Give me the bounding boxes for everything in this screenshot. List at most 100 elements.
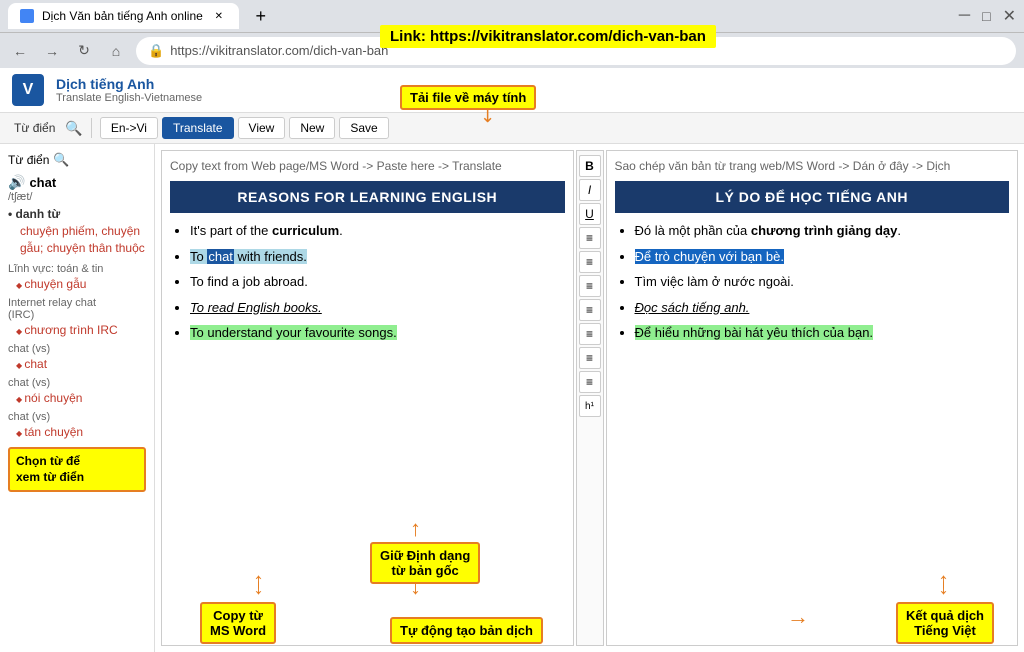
- highlighted-sentence: To chat with friends.: [190, 249, 307, 264]
- app-logo: V: [12, 74, 44, 106]
- result-bullet-list: Đó là một phần của chương trình giảng dạ…: [615, 221, 1010, 343]
- chat-word: chat: [207, 249, 234, 264]
- item-tan-chuyen[interactable]: tán chuyện: [8, 425, 146, 439]
- category-chat-2: chat (vs): [8, 377, 146, 389]
- refresh-btn[interactable]: ↻: [72, 39, 96, 63]
- view-button[interactable]: View: [238, 117, 286, 139]
- vi-green-highlight: Để hiểu những bài hát yêu thích của bạn.: [635, 325, 874, 340]
- search-sidebar-icon[interactable]: 🔍: [53, 152, 69, 168]
- item-chuyen-gau-1[interactable]: chuyện gẫu: [8, 277, 146, 291]
- item-noi-chuyen[interactable]: nói chuyện: [8, 391, 146, 405]
- editor-panel[interactable]: Copy text from Web page/MS Word -> Paste…: [161, 150, 574, 646]
- maximize-btn[interactable]: □: [982, 8, 990, 24]
- app-title-block: Dịch tiếng Anh Translate English-Vietnam…: [56, 76, 202, 104]
- list-ul-btn[interactable]: ≡: [579, 371, 601, 393]
- result-bullet-4: Đọc sách tiếng anh.: [635, 298, 1010, 318]
- bold-curriculum: curriculum: [272, 223, 339, 238]
- toolbar: Từ điển 🔍 En->Vi Translate View New Save…: [0, 113, 1024, 144]
- arrow-tu-dong-right: →: [787, 604, 809, 630]
- result-heading: LÝ DO ĐỂ HỌC TIẾNG ANH: [615, 181, 1010, 213]
- arrow-copy-down: ↓: [253, 574, 264, 600]
- sidebar-search-row: Từ điển 🔍: [8, 152, 146, 168]
- back-btn[interactable]: ←: [8, 39, 32, 63]
- chon-tu-annotation: Chọn từ để xem từ điển: [8, 447, 146, 493]
- save-button[interactable]: Save: [339, 117, 388, 139]
- minimize-btn[interactable]: ─: [959, 7, 970, 25]
- result-panel: Sao chép văn bản từ trang web/MS Word ->…: [606, 150, 1019, 646]
- align-right-btn[interactable]: ≡: [579, 275, 601, 297]
- browser-tab[interactable]: Dịch Văn bản tiếng Anh online ✕: [8, 3, 239, 29]
- editor-hint: Copy text from Web page/MS Word -> Paste…: [170, 159, 565, 173]
- bold-vi-1: chương trình giảng dạy: [751, 223, 898, 238]
- vi-underline-italic: Đọc sách tiếng anh.: [635, 300, 750, 315]
- sidebar: Từ điển 🔍 🔊 chat /tʃæt/ danh từ chuyện p…: [0, 144, 155, 652]
- lock-icon: 🔒: [148, 43, 164, 59]
- underline-btn[interactable]: U: [579, 203, 601, 225]
- align-left-btn[interactable]: ≡: [579, 227, 601, 249]
- close-btn[interactable]: ✕: [1003, 6, 1016, 26]
- vi-blue-highlight: Để trò chuyện với bạn bè.: [635, 249, 784, 264]
- editor-bullet-4: To read English books.: [190, 298, 565, 318]
- copy-ms-word-annotation: Copy từ MS Word: [200, 602, 276, 644]
- result-bullet-1: Đó là một phần của chương trình giảng dạ…: [635, 221, 1010, 241]
- result-bullet-5: Để hiểu những bài hát yêu thích của bạn.: [635, 323, 1010, 343]
- window-controls: ─ □ ✕: [959, 6, 1016, 26]
- app-container: V Dịch tiếng Anh Translate English-Vietn…: [0, 68, 1024, 652]
- lang-button[interactable]: En->Vi: [100, 117, 158, 139]
- arrow-ket-qua-down: ↓: [938, 574, 949, 600]
- app-title: Dịch tiếng Anh: [56, 76, 202, 92]
- category-irc: Internet relay chat(IRC): [8, 297, 146, 321]
- app-subtitle: Translate English-Vietnamese: [56, 92, 202, 104]
- tab-title: Dịch Văn bản tiếng Anh online: [42, 9, 203, 23]
- dict-link-1[interactable]: chuyện phiếm, chuyện gẫu; chuyện thân th…: [8, 223, 146, 257]
- main-content: Từ điển 🔍 🔊 chat /tʃæt/ danh từ chuyện p…: [0, 144, 1024, 652]
- tai-file-annotation: Tải file về máy tính: [400, 85, 536, 110]
- ket-qua-dich-annotation: Kết quả dịch Tiếng Việt: [896, 602, 994, 644]
- translate-button[interactable]: Translate: [162, 117, 234, 139]
- green-highlight-text: To understand your favourite songs.: [190, 325, 397, 340]
- underline-italic-text: To read English books.: [190, 300, 322, 315]
- result-bullet-3: Tìm việc làm ở nước ngoài.: [635, 272, 1010, 292]
- category-toan-tin: Lĩnh vực: toán & tin: [8, 263, 146, 275]
- tab-close-btn[interactable]: ✕: [211, 8, 227, 24]
- heading-btn[interactable]: h¹: [579, 395, 601, 417]
- editor-bullet-1: It's part of the curriculum.: [190, 221, 565, 241]
- home-btn[interactable]: ⌂: [104, 39, 128, 63]
- editor-heading: REASONS FOR LEARNING ENGLISH: [170, 181, 565, 213]
- result-hint: Sao chép văn bản từ trang web/MS Word ->…: [615, 159, 1010, 173]
- outdent-btn[interactable]: ≡: [579, 323, 601, 345]
- item-chuong-trinh-irc[interactable]: chương trình IRC: [8, 323, 146, 337]
- list-ol-btn[interactable]: ≡: [579, 347, 601, 369]
- url-text: https://vikitranslator.com/dich-van-ban: [170, 43, 388, 58]
- forward-btn[interactable]: →: [40, 39, 64, 63]
- link-annotation: Link: https://vikitranslator.com/dich-va…: [380, 25, 716, 48]
- new-button[interactable]: New: [289, 117, 335, 139]
- result-bullet-2: Để trò chuyện với bạn bè.: [635, 247, 1010, 267]
- category-chat-3: chat (vs): [8, 411, 146, 423]
- indent-btn[interactable]: ≡: [579, 299, 601, 321]
- phonetic: /tʃæt/: [8, 191, 146, 203]
- new-tab-button[interactable]: +: [247, 2, 275, 30]
- audio-row: 🔊 chat: [8, 174, 146, 191]
- dict-word: chat: [29, 175, 56, 190]
- tab-favicon: [20, 9, 34, 23]
- address-bar-row: ← → ↻ ⌂ 🔒 https://vikitranslator.com/dic…: [0, 32, 1024, 68]
- editor-bullet-5: To understand your favourite songs.: [190, 323, 565, 343]
- category-chat-1: chat (vs): [8, 343, 146, 355]
- editor-bullet-3: To find a job abroad.: [190, 272, 565, 292]
- giu-dinh-dang-annotation: Giữ Định dạng từ bản gốc: [370, 542, 480, 584]
- item-chat[interactable]: chat: [8, 357, 146, 371]
- audio-icon[interactable]: 🔊: [8, 174, 25, 191]
- danh-tu-label: danh từ: [8, 207, 146, 221]
- italic-btn[interactable]: I: [579, 179, 601, 201]
- bold-btn[interactable]: B: [579, 155, 601, 177]
- formatting-toolbar: B I U ≡ ≡ ≡ ≡ ≡ ≡ ≡ h¹: [576, 150, 604, 646]
- align-center-btn[interactable]: ≡: [579, 251, 601, 273]
- dict-label: Từ điển: [8, 118, 61, 138]
- search-icon[interactable]: 🔍: [65, 120, 82, 137]
- editor-bullet-2: To chat with friends.: [190, 247, 565, 267]
- dict-sidebar-label: Từ điển: [8, 153, 49, 167]
- arrow-giu-up: ↑: [410, 516, 421, 542]
- editor-bullet-list: It's part of the curriculum. To chat wit…: [170, 221, 565, 343]
- tu-dong-tao-annotation: Tự động tạo bản dịch: [390, 617, 543, 644]
